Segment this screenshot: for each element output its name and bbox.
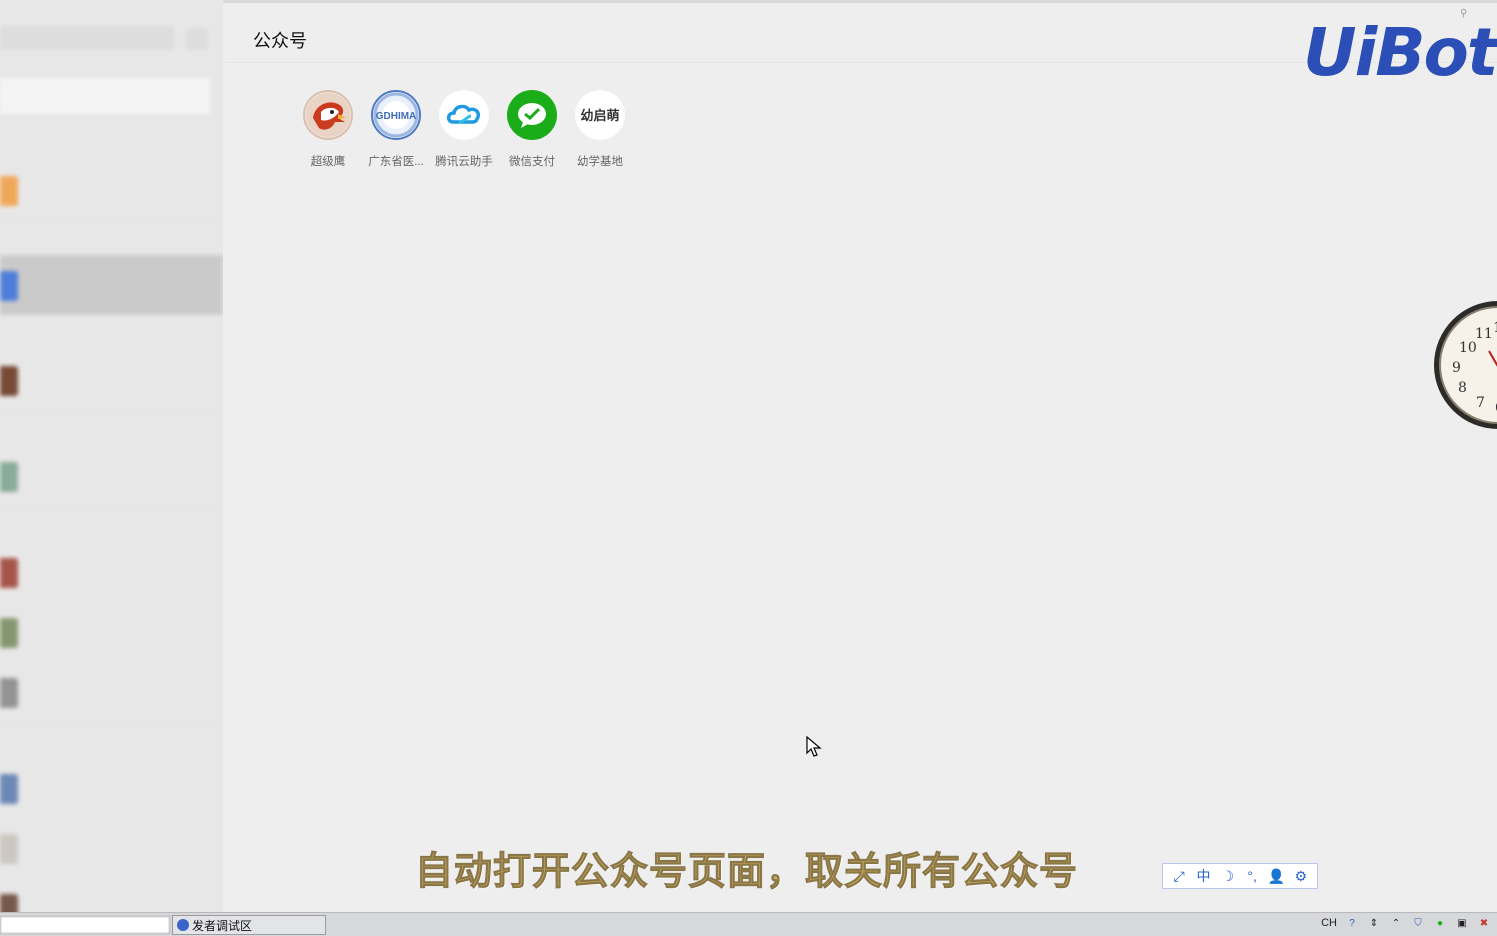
- help-icon[interactable]: ?: [1345, 916, 1359, 930]
- ime-user-icon[interactable]: 👤: [1266, 868, 1286, 885]
- account-item-youxue[interactable]: 幼启萌 幼学基地: [572, 90, 628, 169]
- contacts-manager-label: [50, 88, 55, 102]
- sidebar-search-input[interactable]: [0, 26, 174, 50]
- video-caption: 自动打开公众号页面，取关所有公众号: [414, 851, 1079, 894]
- ime-mode-toggle[interactable]: 中: [1193, 866, 1213, 886]
- ime-toolbar: ⤢ 中 ☽ °, 👤 ⚙: [1162, 863, 1318, 889]
- sidebar-item[interactable]: [0, 662, 223, 722]
- account-name: 微信支付: [509, 156, 555, 168]
- divider: [0, 410, 223, 411]
- sidebar-item[interactable]: [0, 350, 223, 410]
- avatar: [0, 678, 18, 708]
- avatar: [0, 894, 18, 912]
- shield-icon[interactable]: ⛉: [1411, 916, 1425, 930]
- account-name: 腾讯云助手: [435, 156, 493, 168]
- contacts-manager-button[interactable]: [0, 78, 210, 114]
- clock-numeral: 9: [1452, 360, 1461, 376]
- clock-numeral: 11: [1475, 326, 1493, 342]
- account-item-tencent-cloud[interactable]: 腾讯云助手: [435, 90, 493, 169]
- mouse-cursor-icon: [806, 735, 822, 763]
- desktop-clock-widget: 11 10 9 8 7 6 1: [1434, 301, 1497, 429]
- youqimeng-logo-text: 幼启萌: [580, 108, 619, 124]
- tray-expand-icon[interactable]: ⌃: [1389, 916, 1403, 930]
- clock-numeral: 1: [1493, 320, 1497, 336]
- clock-face: 11 10 9 8 7 6 1: [1439, 306, 1497, 424]
- avatar: [0, 366, 18, 396]
- gdhima-logo-icon: GDHIMA: [371, 90, 421, 140]
- tray-arrows-icon[interactable]: ⇕: [1367, 916, 1381, 930]
- network-icon[interactable]: ▣: [1455, 916, 1469, 930]
- account-name: 超级鹰: [310, 156, 346, 168]
- taskbar-app-button[interactable]: 发者调试区: [172, 915, 326, 935]
- ime-expand-icon[interactable]: ⤢: [1169, 868, 1189, 885]
- divider: [0, 219, 223, 220]
- ime-moon-icon[interactable]: ☽: [1218, 868, 1238, 885]
- eagle-logo-icon: [303, 90, 353, 140]
- page-title: 公众号: [253, 31, 307, 51]
- account-item-gdhima[interactable]: GDHIMA 广东省医...: [368, 90, 424, 169]
- divider: [0, 722, 223, 723]
- clock-numeral: 7: [1476, 395, 1485, 411]
- divider: [0, 507, 223, 508]
- taskbar-app-label: 发者调试区: [192, 918, 253, 933]
- taskbar-start-area[interactable]: [0, 916, 170, 934]
- chat-sidebar: [0, 0, 223, 912]
- account-name: 幼学基地: [577, 156, 623, 168]
- gdhima-logo-text: GDHIMA: [376, 111, 417, 122]
- sidebar-item[interactable]: [0, 542, 223, 602]
- sidebar-add-button[interactable]: [186, 28, 208, 50]
- youqimeng-logo-icon: 幼启萌: [575, 90, 625, 140]
- avatar: [0, 834, 18, 864]
- clock-second-hand: [1488, 350, 1497, 371]
- avatar: [0, 271, 18, 301]
- official-accounts-grid: 超级鹰 GDHIMA 广东省医... 腾讯云助手 微信支付 幼启萌 幼学基地: [300, 90, 628, 169]
- account-item-wechat-pay[interactable]: 微信支付: [504, 90, 560, 169]
- window-top-border: [223, 0, 1497, 3]
- avatar: [0, 462, 18, 492]
- language-indicator[interactable]: CH: [1321, 917, 1337, 929]
- taskbar: 发者调试区 CH ? ⇕ ⌃ ⛉ ● ▣ ✖: [0, 912, 1497, 936]
- wechat-icon[interactable]: ●: [1433, 916, 1447, 930]
- app-icon: [177, 919, 189, 931]
- sidebar-item[interactable]: [0, 602, 223, 662]
- ime-settings-icon[interactable]: ⚙: [1291, 868, 1311, 885]
- sidebar-item[interactable]: [0, 446, 223, 506]
- tencent-cloud-icon: [439, 90, 489, 140]
- avatar: [0, 176, 18, 206]
- ime-punctuation-icon[interactable]: °,: [1242, 868, 1262, 884]
- system-tray: CH ? ⇕ ⌃ ⛉ ● ▣ ✖: [1321, 916, 1491, 930]
- sidebar-item-official-accounts[interactable]: [0, 255, 223, 315]
- avatar: [0, 558, 18, 588]
- account-item-chaojiying[interactable]: 超级鹰: [300, 90, 356, 169]
- sidebar-item[interactable]: [0, 758, 223, 818]
- clock-numeral: 8: [1458, 380, 1467, 396]
- uibot-brand-logo: UiBot: [1303, 14, 1497, 91]
- sidebar-item[interactable]: [0, 160, 223, 220]
- account-name: 广东省医...: [368, 156, 424, 168]
- sidebar-item[interactable]: [0, 878, 223, 912]
- avatar: [0, 774, 18, 804]
- avatar: [0, 618, 18, 648]
- wechat-pay-icon: [507, 90, 557, 140]
- volume-muted-icon[interactable]: ✖: [1477, 916, 1491, 930]
- clock-numeral: 10: [1459, 340, 1477, 356]
- sidebar-item[interactable]: [0, 818, 223, 878]
